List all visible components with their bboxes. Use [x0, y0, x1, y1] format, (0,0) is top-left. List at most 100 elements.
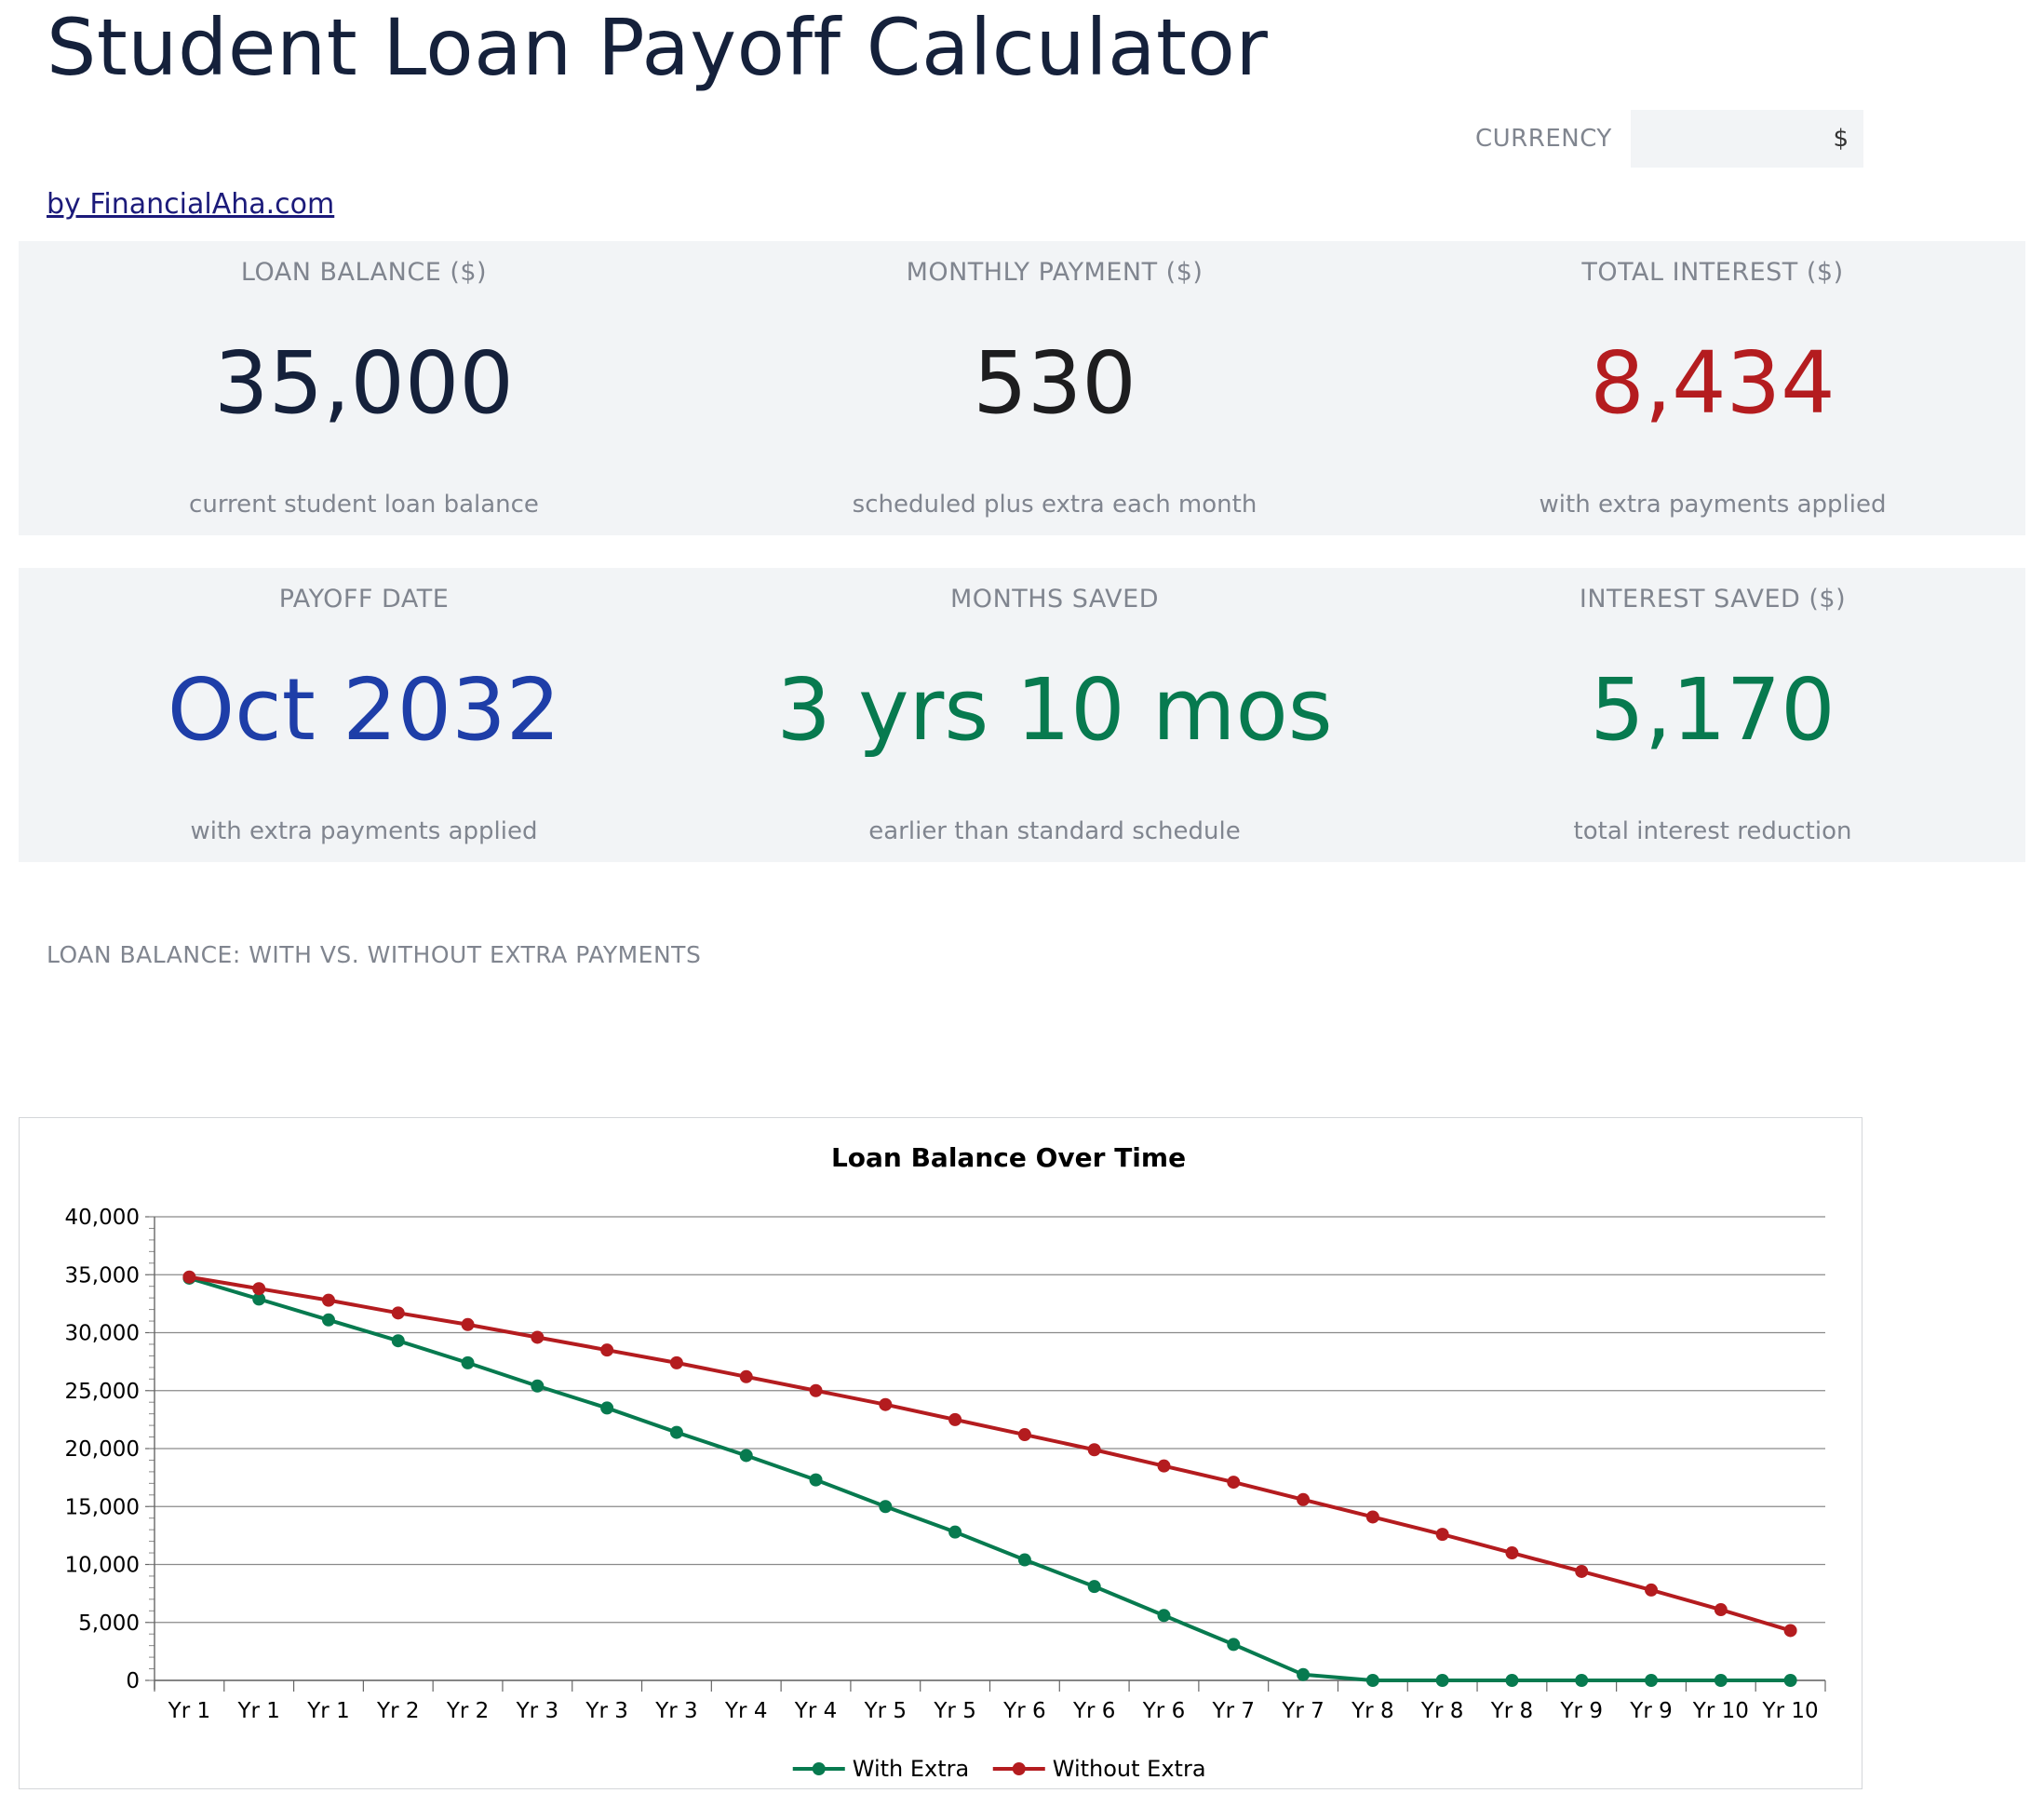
- kpi-label: LOAN BALANCE ($): [240, 258, 488, 287]
- data-point: [879, 1397, 893, 1411]
- currency-label: CURRENCY: [1475, 125, 1612, 153]
- kpi-note: with extra payments applied: [190, 817, 538, 845]
- data-point: [1017, 1428, 1031, 1442]
- data-point: [1087, 1443, 1101, 1457]
- data-point: [948, 1412, 962, 1426]
- x-tick-label: Yr 1: [306, 1699, 349, 1723]
- data-point: [182, 1270, 196, 1284]
- data-point: [1157, 1459, 1171, 1473]
- data-point: [879, 1500, 893, 1514]
- data-point: [1714, 1674, 1728, 1687]
- currency-input[interactable]: $: [1631, 110, 1863, 168]
- loan-balance-chart: Loan Balance Over Time 0 5,000 10,000 15,000…: [19, 1117, 1862, 1789]
- kpi-note: current student loan balance: [189, 491, 539, 519]
- data-point: [252, 1282, 266, 1296]
- kpi-value: Oct 2032: [167, 660, 561, 760]
- data-point: [809, 1383, 823, 1397]
- series-line-with-extra: [188, 1276, 1791, 1682]
- kpi-value: 5,170: [1590, 660, 1836, 760]
- x-tick-label: Yr 4: [794, 1699, 837, 1723]
- kpi-value: 3 yrs 10 mos: [776, 660, 1333, 760]
- data-point: [1645, 1674, 1659, 1687]
- x-tick-label: Yr 4: [724, 1699, 767, 1723]
- data-point: [1297, 1667, 1311, 1681]
- kpi-interest-saved: INTEREST SAVED ($) 5,170 total interest …: [1400, 568, 2025, 862]
- kpi-label: TOTAL INTEREST ($): [1581, 258, 1844, 287]
- chart-section-title: LOAN BALANCE: WITH VS. WITHOUT EXTRA PAY…: [47, 941, 702, 968]
- data-point: [669, 1355, 683, 1369]
- kpi-label: INTEREST SAVED ($): [1579, 585, 1847, 614]
- data-point: [1297, 1492, 1311, 1506]
- kpi-months-saved: MONTHS SAVED 3 yrs 10 mos earlier than s…: [709, 568, 1400, 862]
- data-point: [1505, 1546, 1519, 1560]
- data-point: [321, 1293, 335, 1307]
- kpi-label: MONTHLY PAYMENT ($): [906, 258, 1204, 287]
- y-tick-label: 5,000: [78, 1611, 140, 1636]
- data-point: [1575, 1564, 1589, 1578]
- kpi-value: 8,434: [1590, 333, 1836, 433]
- y-tick-label: 35,000: [65, 1263, 140, 1288]
- data-point: [1087, 1580, 1101, 1594]
- x-tick-label: Yr 8: [1420, 1699, 1463, 1723]
- x-tick-label: Yr 5: [933, 1699, 975, 1723]
- x-tick-label: Yr 1: [168, 1699, 210, 1723]
- legend-swatch-marker: [812, 1762, 826, 1775]
- y-tick-label: 40,000: [65, 1206, 140, 1230]
- legend-label: Without Extra: [1053, 1756, 1206, 1782]
- x-tick-label: Yr 8: [1490, 1699, 1533, 1723]
- byline-link[interactable]: by FinancialAha.com: [47, 188, 334, 221]
- chart-title: Loan Balance Over Time: [831, 1142, 1186, 1173]
- x-tick-label: Yr 9: [1629, 1699, 1672, 1723]
- data-point: [739, 1449, 753, 1463]
- kpi-monthly-payment: MONTHLY PAYMENT ($) 530 scheduled plus e…: [709, 241, 1400, 535]
- x-tick-label: Yr 5: [864, 1699, 907, 1723]
- x-tick-label: Yr 9: [1560, 1699, 1603, 1723]
- page-title: Student Loan Payoff Calculator: [47, 2, 1269, 93]
- data-point: [600, 1343, 614, 1357]
- data-point: [669, 1425, 683, 1439]
- currency-value: $: [1833, 125, 1849, 153]
- legend-label: With Extra: [853, 1756, 969, 1782]
- data-point: [1783, 1624, 1797, 1638]
- series-line-without-extra: [189, 1274, 1792, 1633]
- data-point: [461, 1355, 475, 1369]
- data-point: [1365, 1674, 1379, 1687]
- data-point: [321, 1313, 335, 1327]
- x-tick-label: Yr 6: [1142, 1699, 1185, 1723]
- data-point: [1227, 1476, 1241, 1490]
- kpi-loan-balance: LOAN BALANCE ($) 35,000 current student …: [19, 241, 709, 535]
- data-point: [948, 1525, 962, 1539]
- y-tick-label: 10,000: [65, 1554, 140, 1578]
- x-tick-label: Yr 8: [1351, 1699, 1393, 1723]
- y-tick-label: 25,000: [65, 1380, 140, 1404]
- data-point: [1645, 1583, 1659, 1597]
- x-tick-label: Yr 2: [376, 1699, 419, 1723]
- data-point: [461, 1317, 475, 1331]
- kpi-value: 35,000: [214, 333, 514, 433]
- legend-swatch-marker: [1012, 1762, 1026, 1775]
- y-tick-label: 30,000: [65, 1322, 140, 1346]
- data-point: [1783, 1674, 1797, 1687]
- data-point: [1575, 1674, 1589, 1687]
- data-point: [1435, 1528, 1449, 1542]
- x-tick-label: Yr 3: [516, 1699, 558, 1723]
- x-tick-label: Yr 2: [446, 1699, 489, 1723]
- x-tick-label: Yr 6: [1072, 1699, 1115, 1723]
- x-tick-label: Yr 3: [585, 1699, 627, 1723]
- data-point: [391, 1306, 405, 1320]
- data-point: [391, 1334, 405, 1348]
- kpi-note: with extra payments applied: [1539, 491, 1887, 519]
- y-tick-label: 15,000: [65, 1495, 140, 1519]
- kpi-note: earlier than standard schedule: [868, 817, 1241, 845]
- data-point: [739, 1369, 753, 1383]
- kpi-row-savings: PAYOFF DATE Oct 2032 with extra payments…: [19, 568, 2025, 862]
- x-tick-label: Yr 10: [1692, 1699, 1749, 1723]
- x-tick-label: Yr 7: [1212, 1699, 1255, 1723]
- x-tick-label: Yr 10: [1762, 1699, 1819, 1723]
- kpi-payoff-date: PAYOFF DATE Oct 2032 with extra payments…: [19, 568, 709, 862]
- y-tick-label: 20,000: [65, 1437, 140, 1462]
- kpi-total-interest: TOTAL INTEREST ($) 8,434 with extra paym…: [1400, 241, 2025, 535]
- data-point: [809, 1473, 823, 1487]
- data-point: [531, 1330, 545, 1344]
- data-point: [1435, 1674, 1449, 1687]
